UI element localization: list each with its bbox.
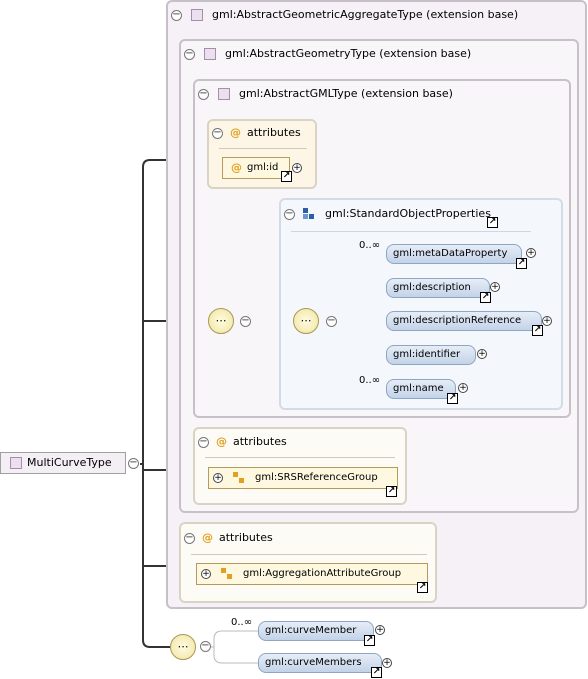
element-label: gml:curveMembers	[265, 657, 362, 668]
element-curve-member[interactable]: gml:curveMember	[258, 621, 374, 641]
root-type-box[interactable]: MultiCurveType	[0, 452, 126, 474]
element-identifier[interactable]: gml:identifier	[386, 345, 476, 365]
collapse-toggle-sequence[interactable]: −	[240, 316, 251, 327]
attribute-group-label: gml:SRSReferenceGroup	[255, 472, 378, 483]
separator	[291, 231, 531, 232]
expand-icon[interactable]: +	[382, 658, 392, 668]
collapse-toggle-sop[interactable]: −	[284, 209, 295, 220]
element-description[interactable]: gml:description	[386, 278, 490, 298]
expand-icon[interactable]: +	[292, 163, 302, 173]
attributes-label: attributes	[233, 435, 287, 448]
extension-aggregate-label: gml:AbstractGeometricAggregateType (exte…	[212, 8, 519, 21]
expand-icon[interactable]: +	[201, 569, 211, 579]
reference-arrow-icon: ↗	[487, 217, 498, 228]
sequence-compositor[interactable]: ⋯	[208, 308, 234, 334]
element-label: gml:description	[393, 282, 471, 293]
element-label: gml:name	[393, 383, 444, 394]
collapse-toggle-attributes[interactable]: −	[184, 533, 195, 544]
attribute-group-icon	[233, 472, 245, 484]
extension-gml-label: gml:AbstractGMLType (extension base)	[239, 87, 453, 100]
collapse-toggle-gml[interactable]: −	[198, 89, 209, 100]
complex-type-icon	[191, 9, 203, 21]
reference-arrow-icon: ↗	[516, 258, 527, 269]
complex-type-icon	[204, 48, 216, 60]
separator	[205, 457, 395, 458]
element-description-reference[interactable]: gml:descriptionReference	[386, 311, 542, 331]
sequence-compositor[interactable]: ⋯	[293, 308, 319, 334]
collapse-toggle-attributes[interactable]: −	[198, 437, 209, 448]
attributes-group-srs: − @ attributes	[193, 427, 407, 505]
collapse-toggle-aggregate[interactable]: −	[171, 10, 182, 21]
expand-icon[interactable]: +	[477, 349, 487, 359]
attribute-gml-id[interactable]: @ gml:id	[222, 157, 290, 179]
reference-arrow-icon: ↗	[417, 582, 428, 593]
cardinality-label: 0..∞	[359, 240, 381, 251]
complex-type-icon	[10, 457, 22, 469]
expand-icon[interactable]: +	[542, 316, 552, 326]
attribute-icon: @	[216, 435, 227, 448]
expand-icon[interactable]: +	[526, 248, 536, 258]
attribute-group-icon	[221, 568, 233, 580]
expand-icon[interactable]: +	[375, 625, 385, 635]
attribute-gml-id-label: gml:id	[247, 162, 279, 173]
group-icon	[303, 208, 315, 220]
attribute-group-label: gml:AggregationAttributeGroup	[243, 568, 402, 579]
collapse-toggle-sequence[interactable]: −	[326, 316, 337, 327]
element-label: gml:identifier	[393, 349, 461, 360]
expand-icon[interactable]: +	[490, 282, 500, 292]
reference-arrow-icon: ↗	[532, 325, 543, 336]
sop-label: gml:StandardObjectProperties	[325, 207, 491, 220]
complex-type-icon	[218, 88, 230, 100]
element-label: gml:curveMember	[265, 625, 357, 636]
collapse-toggle-geometry[interactable]: −	[184, 49, 195, 60]
reference-arrow-icon: ↗	[480, 292, 491, 303]
reference-arrow-icon: ↗	[364, 635, 375, 646]
element-name[interactable]: gml:name	[386, 379, 456, 399]
attribute-group-srs[interactable]: + gml:SRSReferenceGroup	[208, 467, 398, 489]
attribute-group-aggregation[interactable]: + gml:AggregationAttributeGroup	[196, 563, 428, 585]
reference-arrow-icon: ↗	[371, 667, 382, 678]
attributes-label: attributes	[247, 126, 301, 139]
sequence-compositor[interactable]: ⋯	[170, 634, 196, 660]
element-label: gml:metaDataProperty	[393, 248, 508, 259]
cardinality-label: 0..∞	[359, 375, 381, 386]
reference-arrow-icon: ↗	[281, 171, 292, 182]
attribute-icon: @	[202, 531, 213, 544]
separator	[219, 148, 307, 149]
collapse-toggle-sequence[interactable]: −	[200, 641, 211, 652]
separator	[191, 554, 427, 555]
attributes-label: attributes	[219, 531, 273, 544]
attribute-icon: @	[230, 126, 241, 139]
collapse-toggle-attributes[interactable]: −	[212, 128, 223, 139]
element-curve-members[interactable]: gml:curveMembers	[258, 653, 382, 673]
attribute-icon: @	[231, 161, 242, 174]
root-type-label: MultiCurveType	[27, 456, 112, 469]
collapse-toggle-root[interactable]: −	[128, 458, 139, 469]
reference-arrow-icon: ↗	[386, 486, 397, 497]
reference-arrow-icon: ↗	[447, 393, 458, 404]
extension-geometry-label: gml:AbstractGeometryType (extension base…	[225, 47, 472, 60]
element-label: gml:descriptionReference	[393, 315, 522, 326]
expand-icon[interactable]: +	[213, 473, 223, 483]
cardinality-label: 0..∞	[231, 617, 253, 628]
element-metadata-property[interactable]: gml:metaDataProperty	[386, 244, 522, 264]
expand-icon[interactable]: +	[458, 383, 468, 393]
